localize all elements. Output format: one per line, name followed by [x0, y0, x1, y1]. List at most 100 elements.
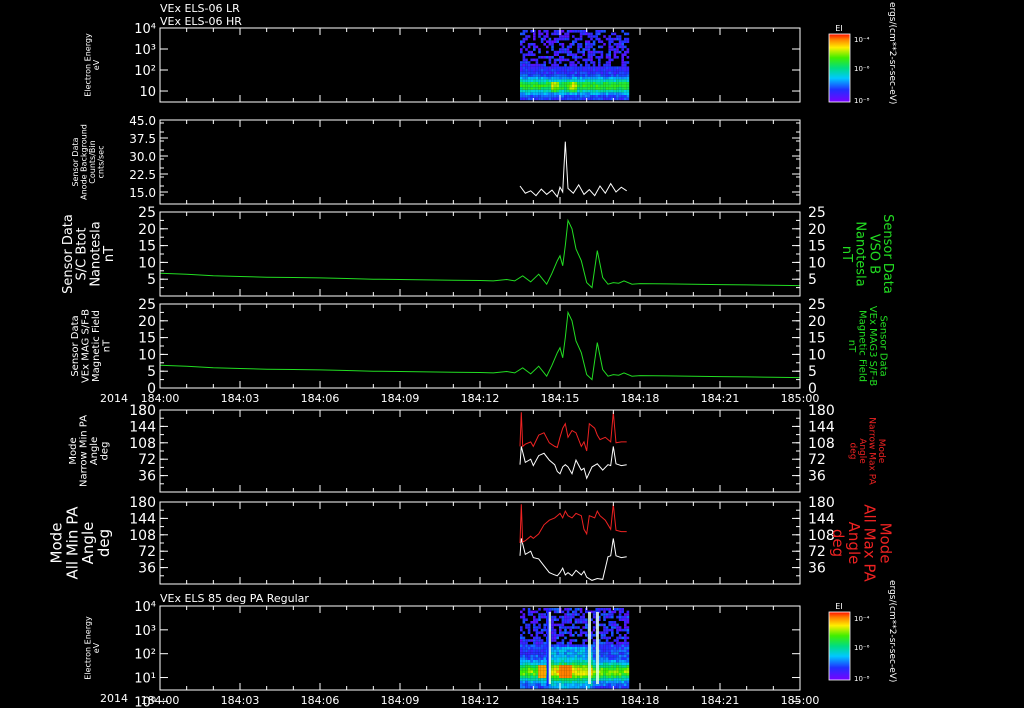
heatmap-cell [574, 89, 578, 93]
heatmap-cell [574, 76, 578, 80]
heatmap-cell [590, 53, 593, 56]
heatmap-cell [579, 654, 583, 658]
heatmap-cell [616, 675, 619, 679]
heatmap-cell [572, 667, 575, 671]
heatmap-cell [566, 644, 570, 647]
heatmap-cell [556, 623, 559, 627]
heatmap-cell [598, 79, 601, 82]
heatmap-cell [520, 654, 523, 658]
heatmap-cell [603, 71, 606, 75]
heatmap-cell [551, 644, 554, 647]
heatmap-cell [603, 654, 606, 658]
heatmap-cell [603, 92, 606, 95]
heatmap-cell [608, 50, 611, 54]
heatmap-cell [522, 74, 526, 77]
heatmap-cell [569, 82, 572, 85]
heatmap-cell [624, 634, 627, 637]
heatmap-cell [522, 53, 526, 56]
heatmap-cell [616, 628, 619, 632]
heatmap-cell [556, 63, 559, 67]
heatmap-cell [559, 82, 562, 85]
heatmap-cell [559, 660, 562, 663]
heatmap-cell [561, 634, 565, 637]
heatmap-cell [569, 678, 572, 681]
y-tick-label: 5 [147, 272, 156, 288]
heatmap-cell [559, 50, 562, 54]
heatmap-cell [556, 654, 559, 658]
heatmap-cell [538, 615, 541, 619]
heatmap-cell [561, 66, 565, 69]
heatmap-cell [551, 628, 554, 632]
heatmap-cell [564, 618, 567, 621]
heatmap-cell [538, 95, 541, 98]
heatmap-cell [608, 40, 611, 43]
heatmap-cell [535, 58, 539, 62]
heatmap-cell [592, 71, 596, 75]
heatmap-cell [582, 89, 585, 93]
y-tick-label: 72 [138, 452, 156, 468]
heatmap-cell [574, 92, 578, 95]
heatmap-cell [592, 654, 596, 658]
heatmap-cell [603, 66, 606, 69]
heatmap-cell [577, 613, 580, 616]
heatmap-cell [603, 63, 606, 67]
heatmap-cell [585, 652, 588, 655]
heatmap-cell [616, 56, 619, 59]
heatmap-cell [577, 652, 580, 655]
heatmap-cell [579, 683, 583, 686]
heatmap-cell [535, 657, 539, 660]
heatmap-cell [553, 623, 557, 627]
heatmap-cell [577, 84, 580, 88]
heatmap-cell [616, 79, 619, 82]
heatmap-cell [621, 95, 624, 98]
heatmap-cell [540, 639, 544, 642]
heatmap-cell [530, 657, 533, 660]
heatmap-cell [616, 644, 619, 647]
heatmap-cell [618, 613, 622, 616]
heatmap-cell [624, 613, 627, 616]
heatmap-cell [621, 628, 624, 632]
heatmap-cell [579, 84, 583, 88]
heatmap-cell [551, 678, 554, 681]
heatmap-cell [587, 43, 591, 46]
heatmap-cell [611, 626, 614, 629]
heatmap-cell [608, 680, 611, 684]
heatmap-cell [569, 641, 572, 645]
x-tick-label: 184:15 [541, 392, 580, 405]
heatmap-cell [582, 675, 585, 679]
heatmap-cell [530, 665, 533, 668]
heatmap-cell [538, 76, 541, 80]
heatmap-cell [618, 87, 622, 90]
heatmap-cell [624, 686, 627, 689]
heatmap-cell [600, 66, 604, 69]
heatmap-cell [572, 610, 575, 614]
heatmap-cell [548, 97, 552, 101]
heatmap-cell [608, 636, 611, 640]
heatmap-cell [611, 673, 614, 676]
heatmap-cell [540, 613, 544, 616]
heatmap-cell [595, 95, 598, 98]
heatmap-cell [592, 610, 596, 614]
heatmap-cell [616, 647, 619, 650]
heatmap-cell [626, 79, 630, 82]
heatmap-cell [592, 79, 596, 82]
heatmap-cell [574, 686, 578, 689]
heatmap-cell [551, 69, 554, 72]
heatmap-cell [590, 97, 593, 101]
heatmap-cell [564, 74, 567, 77]
heatmap-cell [582, 641, 585, 645]
heatmap-cell [525, 652, 528, 655]
heatmap-cell [540, 644, 544, 647]
heatmap-cell [520, 50, 523, 54]
heatmap-cell [566, 675, 570, 679]
heatmap-cell [608, 621, 611, 624]
heatmap-cell [616, 84, 619, 88]
heatmap-cell [551, 636, 554, 640]
heatmap-cell [556, 652, 559, 655]
heatmap-cell [543, 71, 546, 75]
y-axis-label: ModeAll Min PAAngledeg [48, 506, 113, 580]
heatmap-cell [572, 74, 575, 77]
heatmap-cell [525, 53, 528, 56]
heatmap-cell [540, 82, 544, 85]
heatmap-cell [577, 56, 580, 59]
